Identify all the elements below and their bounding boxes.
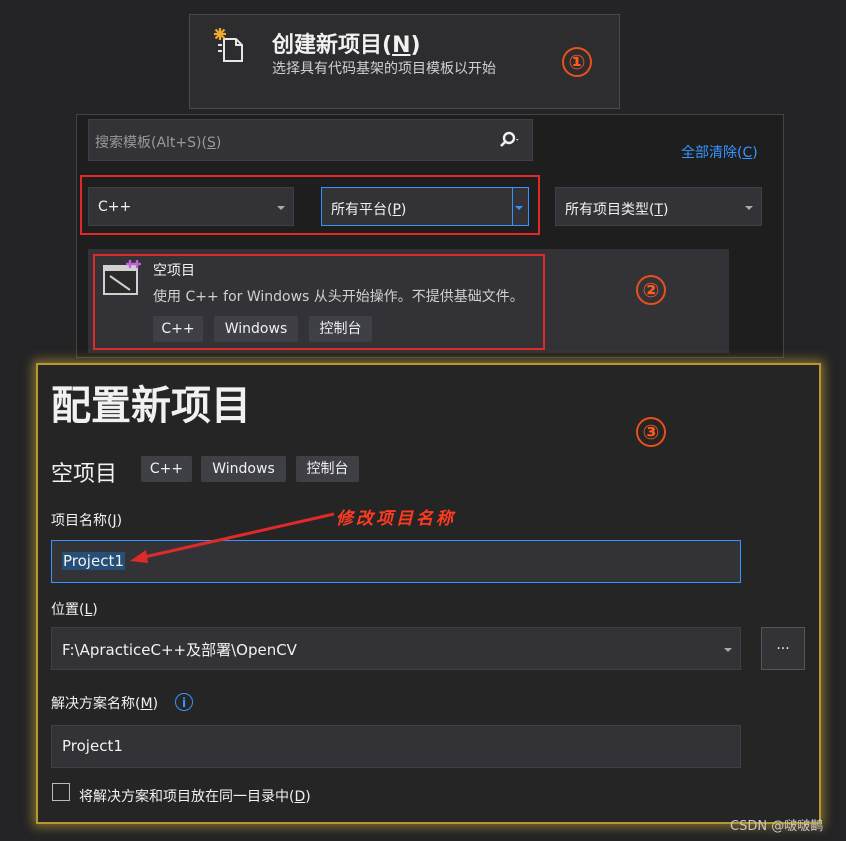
solution-name-field[interactable]: Project1 [51, 725, 741, 768]
project-type-filter-dropdown[interactable]: 所有项目类型(T) [555, 187, 762, 226]
step-marker-3: ③ [636, 417, 666, 447]
search-icon[interactable] [498, 130, 520, 152]
chevron-down-icon [277, 206, 285, 210]
tag-chip: 控制台 [296, 456, 359, 482]
tag-chip: C++ [141, 456, 192, 482]
configure-project-panel: 配置新项目 ③ 空项目 C++ Windows 控制台 项目名称(J) 修改项目… [36, 363, 821, 824]
browse-button[interactable]: ... [761, 627, 805, 670]
create-new-project-card[interactable]: 创建新项目(N) 选择具有代码基架的项目模板以开始 ① [189, 14, 620, 109]
tag-chip: Windows [201, 456, 286, 482]
step-marker-1: ① [562, 47, 592, 77]
selected-template-name: 空项目 [51, 462, 118, 487]
step-marker-2: ② [636, 275, 666, 305]
language-filter-dropdown[interactable]: C++ [88, 187, 294, 226]
location-dropdown[interactable]: F:\ApracticeC++及部署\OpenCV [51, 627, 741, 670]
solution-name-value: Project1 [62, 737, 123, 755]
project-name-value: Project1 [62, 552, 125, 570]
location-value: F:\ApracticeC++及部署\OpenCV [62, 641, 297, 659]
page-title: 配置新项目 [51, 383, 251, 429]
chevron-down-icon [745, 206, 753, 210]
platform-filter-dropdown[interactable]: 所有平台(P) [321, 187, 529, 226]
template-selection-panel: 搜索模板(Alt+S)(S) 全部清除(C) C++ 所有平台(P) 所有项目类… [76, 114, 784, 358]
chevron-down-icon [724, 648, 732, 652]
create-project-title: 创建新项目(N) [272, 33, 421, 58]
watermark: CSDN @啵啵鹋 [730, 819, 824, 834]
search-placeholder: 搜索模板(Alt+S)(S) [95, 135, 222, 151]
platform-filter-value: 所有平台(P) [331, 202, 407, 218]
info-icon[interactable]: i [175, 693, 193, 711]
solution-name-label: 解决方案名称(M) [51, 696, 159, 712]
template-highlight-box [93, 254, 545, 350]
project-type-filter-value: 所有项目类型(T) [565, 202, 669, 218]
template-search-input[interactable]: 搜索模板(Alt+S)(S) [88, 119, 533, 161]
location-label: 位置(L) [51, 602, 98, 618]
project-name-label: 项目名称(J) [51, 513, 123, 529]
same-directory-checkbox[interactable] [52, 783, 70, 801]
clear-all-link[interactable]: 全部清除(C) [681, 142, 758, 162]
annotation-arrow [130, 512, 335, 563]
dropdown-divider [512, 188, 513, 225]
new-project-icon [214, 28, 243, 62]
language-filter-value: C++ [98, 199, 132, 215]
annotation-text: 修改项目名称 [336, 509, 456, 529]
same-directory-label: 将解决方案和项目放在同一目录中(D) [79, 789, 311, 805]
chevron-down-icon [515, 206, 523, 210]
create-project-subtitle: 选择具有代码基架的项目模板以开始 [272, 61, 496, 77]
